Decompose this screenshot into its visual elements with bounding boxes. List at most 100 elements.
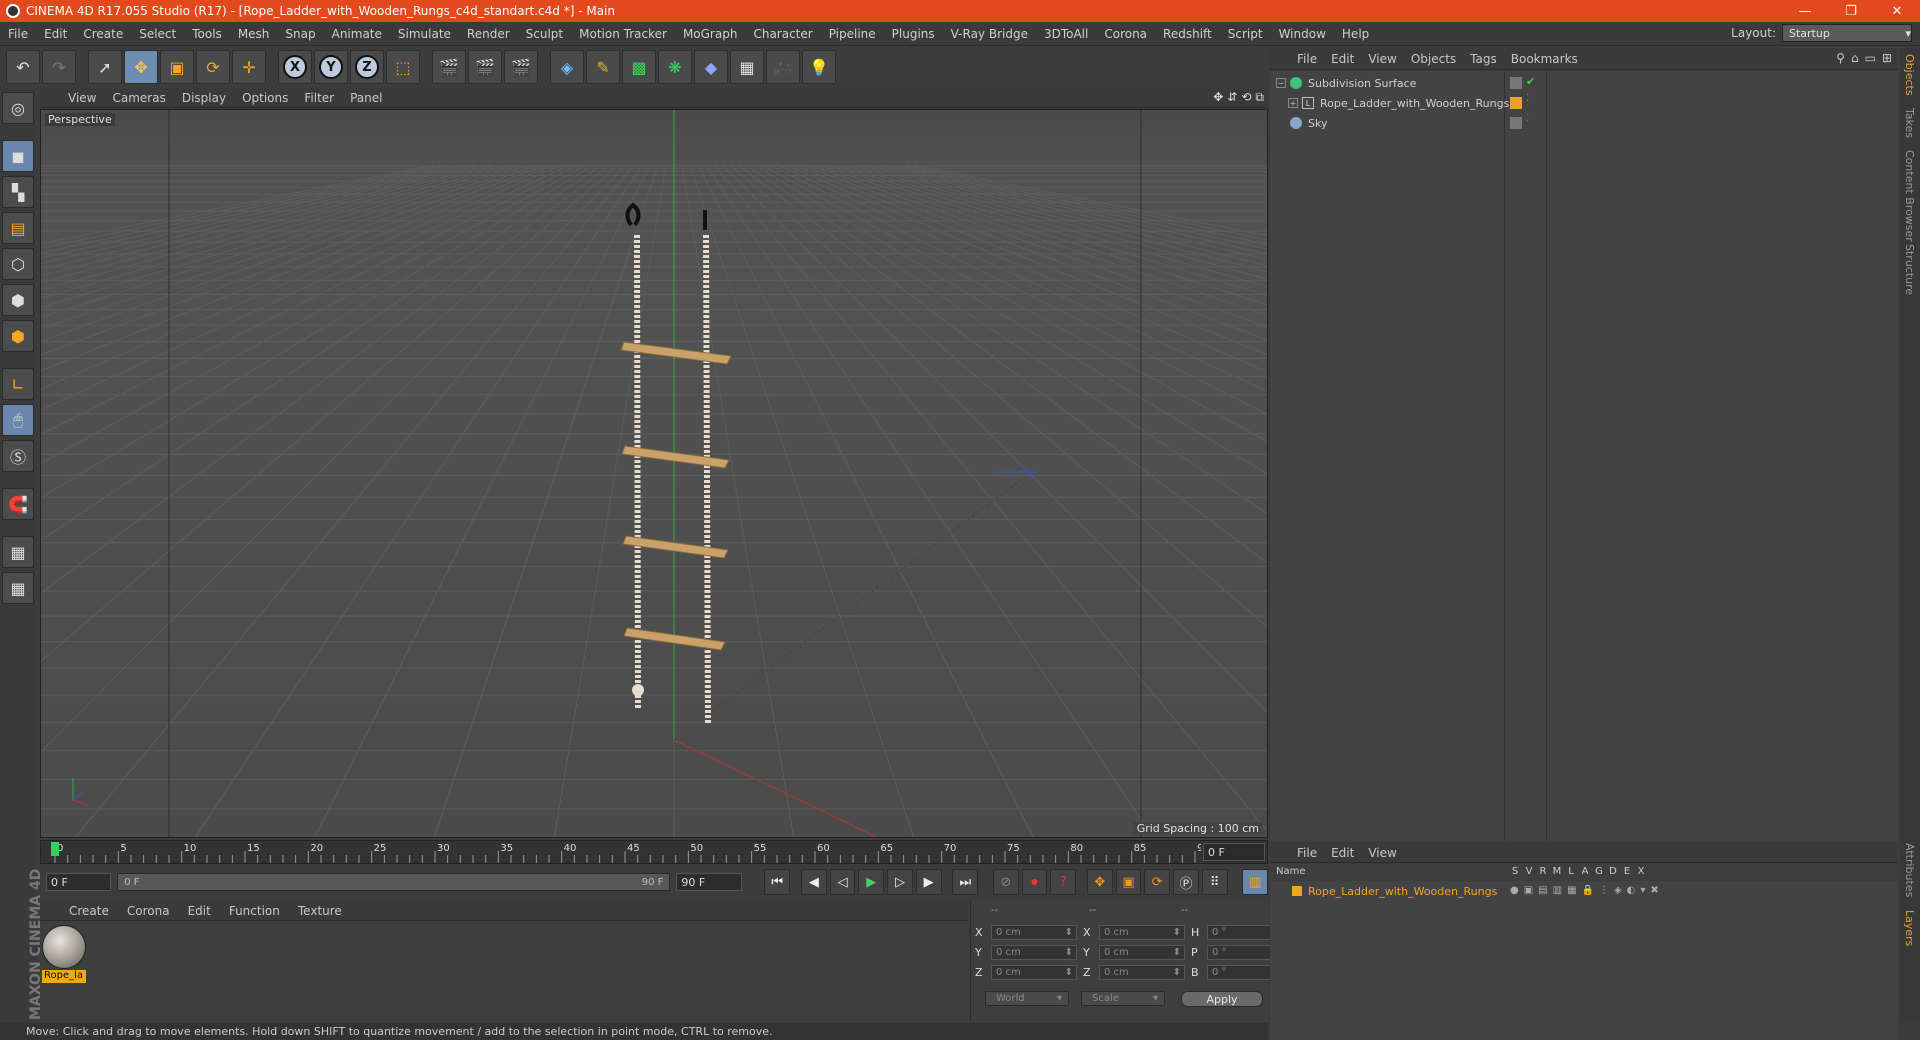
scale-tool-button[interactable]: ▣ xyxy=(160,50,194,84)
tab-objects[interactable]: Objects xyxy=(1903,54,1916,96)
go-to-end-button[interactable]: ⏭ xyxy=(952,869,979,895)
layout-select[interactable]: Startup ▾ xyxy=(1782,24,1912,42)
tab-content-browser[interactable]: Content Browser xyxy=(1903,150,1916,242)
menu-script[interactable]: Script xyxy=(1220,27,1271,41)
add-mograph-button[interactable]: ❋ xyxy=(658,50,692,84)
render-view-button[interactable]: 🎬 xyxy=(432,50,466,84)
viewport-menu-view[interactable]: View xyxy=(60,91,104,105)
menu-window[interactable]: Window xyxy=(1271,27,1334,41)
menu-3dtoall[interactable]: 3DToAll xyxy=(1036,27,1096,41)
timeline-ruler[interactable]: 051015202530354045505560657075808590 0 F xyxy=(40,840,1268,864)
model-mode-button[interactable]: ◼ xyxy=(2,140,34,172)
edges-mode-button[interactable]: ⬢ xyxy=(2,284,34,316)
motion-record-button[interactable]: ⊘ xyxy=(992,869,1019,895)
tab-attributes[interactable]: Attributes xyxy=(1903,843,1916,897)
workplane-mode-button[interactable]: ▤ xyxy=(2,212,34,244)
object-menu-bookmarks[interactable]: Bookmarks xyxy=(1504,52,1585,66)
menu-create[interactable]: Create xyxy=(75,27,131,41)
maximize-view-icon[interactable]: ⧉ xyxy=(1255,90,1264,105)
menu-pipeline[interactable]: Pipeline xyxy=(821,27,884,41)
menu-render[interactable]: Render xyxy=(459,27,518,41)
menu-edit[interactable]: Edit xyxy=(36,27,75,41)
add-deformer-button[interactable]: ◆ xyxy=(694,50,728,84)
menu-help[interactable]: Help xyxy=(1334,27,1377,41)
layer-menu-edit[interactable]: Edit xyxy=(1324,846,1361,860)
pan-icon[interactable]: ✥ xyxy=(1213,90,1223,105)
layer-menu-view[interactable]: View xyxy=(1361,846,1403,860)
menu-mograph[interactable]: MoGraph xyxy=(675,27,746,41)
key-pla-button[interactable]: ⠿ xyxy=(1201,869,1228,895)
position-y-field[interactable]: 0 cm ⬍ xyxy=(991,945,1077,960)
menu-mesh[interactable]: Mesh xyxy=(230,27,278,41)
menu-motion-tracker[interactable]: Motion Tracker xyxy=(571,27,675,41)
menu-snap[interactable]: Snap xyxy=(277,27,323,41)
tab-takes[interactable]: Takes xyxy=(1903,108,1916,138)
menu-sculpt[interactable]: Sculpt xyxy=(518,27,571,41)
viewport-menu-options[interactable]: Options xyxy=(234,91,296,105)
menu-file[interactable]: File xyxy=(0,27,36,41)
panel-expand-icon[interactable]: ⊞ xyxy=(1882,51,1892,65)
material-menu-create[interactable]: Create xyxy=(60,904,118,918)
tab-structure[interactable]: Structure xyxy=(1903,244,1916,295)
object-name[interactable]: Sky xyxy=(1308,117,1327,130)
previous-frame-button[interactable]: ◁ xyxy=(829,869,856,895)
record-active-button[interactable]: ⏺ xyxy=(1021,869,1048,895)
minimize-button[interactable]: — xyxy=(1782,0,1828,22)
home-icon[interactable]: ⌂ xyxy=(1851,51,1859,65)
material-menu-texture[interactable]: Texture xyxy=(289,904,351,918)
make-editable-button[interactable]: ◎ xyxy=(2,92,34,124)
next-key-button[interactable]: ▶ xyxy=(915,869,942,895)
object-name[interactable]: Rope_Ladder_with_Wooden_Rungs xyxy=(1320,97,1509,110)
object-menu-tags[interactable]: Tags xyxy=(1463,52,1504,66)
undo-button[interactable]: ↶ xyxy=(6,50,40,84)
timeline-window-button[interactable]: ▥ xyxy=(1242,869,1269,895)
expand-icon[interactable]: + xyxy=(1288,98,1298,108)
key-rotation-button[interactable]: ⟳ xyxy=(1144,869,1171,895)
next-frame-button[interactable]: ▷ xyxy=(887,869,913,895)
object-row-sky[interactable]: Sky ⁚ xyxy=(1270,113,1898,133)
layer-color-swatch[interactable] xyxy=(1292,886,1302,896)
object-menu-edit[interactable]: Edit xyxy=(1324,52,1361,66)
points-mode-button[interactable]: ⬡ xyxy=(2,248,34,280)
size-x-field[interactable]: 0 cm ⬍ xyxy=(1099,925,1185,940)
3d-viewport[interactable]: Perspective Grid Spacing : 100 cm xyxy=(40,109,1268,838)
viewport-menu-filter[interactable]: Filter xyxy=(296,91,342,105)
add-spline-button[interactable]: ✎ xyxy=(586,50,620,84)
viewport-menu-panel[interactable]: Panel xyxy=(342,91,390,105)
material-name-label[interactable]: Rope_la xyxy=(42,970,86,983)
current-frame-field[interactable]: 0 F xyxy=(1203,843,1265,861)
select-tool-button[interactable]: ➚ xyxy=(88,50,122,84)
x-axis-lock-button[interactable]: X xyxy=(278,50,312,84)
object-row-rope-ladder[interactable]: + L Rope_Ladder_with_Wooden_Rungs ⁚ xyxy=(1270,93,1898,113)
menu-simulate[interactable]: Simulate xyxy=(390,27,459,41)
layer-tag-icon[interactable] xyxy=(1510,117,1522,129)
search-icon[interactable]: ⚲ xyxy=(1836,51,1845,65)
menu-character[interactable]: Character xyxy=(745,27,820,41)
close-button[interactable]: ✕ xyxy=(1874,0,1920,22)
coordinate-space-select[interactable]: World ▾ xyxy=(985,991,1069,1006)
tweak-mode-button[interactable]: 🖱 xyxy=(2,404,34,436)
play-button[interactable]: ▶ xyxy=(858,869,885,895)
add-light-button[interactable]: 💡 xyxy=(802,50,836,84)
menu-corona[interactable]: Corona xyxy=(1096,27,1155,41)
position-z-field[interactable]: 0 cm ⬍ xyxy=(991,965,1077,980)
workplane-align-button[interactable]: ▦ xyxy=(2,572,34,604)
live-selection-button[interactable]: ✛ xyxy=(232,50,266,84)
add-subdivision-button[interactable]: ▩ xyxy=(622,50,656,84)
solo-button[interactable]: Ⓢ xyxy=(2,440,34,472)
min-frame-field[interactable]: 0 F xyxy=(46,873,112,891)
add-cube-button[interactable]: ◈ xyxy=(550,50,584,84)
size-z-field[interactable]: 0 cm ⬍ xyxy=(1099,965,1185,980)
object-menu-objects[interactable]: Objects xyxy=(1404,52,1463,66)
object-name[interactable]: Subdivision Surface xyxy=(1308,77,1416,90)
material-menu-corona[interactable]: Corona xyxy=(118,904,179,918)
zoom-icon[interactable]: ⇵ xyxy=(1227,90,1237,105)
enabled-check-icon[interactable]: ✔ xyxy=(1526,75,1535,88)
apply-button[interactable]: Apply xyxy=(1181,991,1263,1007)
layer-row[interactable]: Rope_Ladder_with_Wooden_Rungs ●▣▤▥▦🔒⋮◈◐▾… xyxy=(1270,883,1898,899)
move-tool-button[interactable]: ✥ xyxy=(124,50,158,84)
orbit-icon[interactable]: ⟲ xyxy=(1241,90,1251,105)
previous-key-button[interactable]: ◀ xyxy=(801,869,827,895)
layer-flag-icons[interactable]: ●▣▤▥▦🔒⋮◈◐▾✖ xyxy=(1510,885,1664,896)
add-floor-button[interactable]: ▦ xyxy=(730,50,764,84)
